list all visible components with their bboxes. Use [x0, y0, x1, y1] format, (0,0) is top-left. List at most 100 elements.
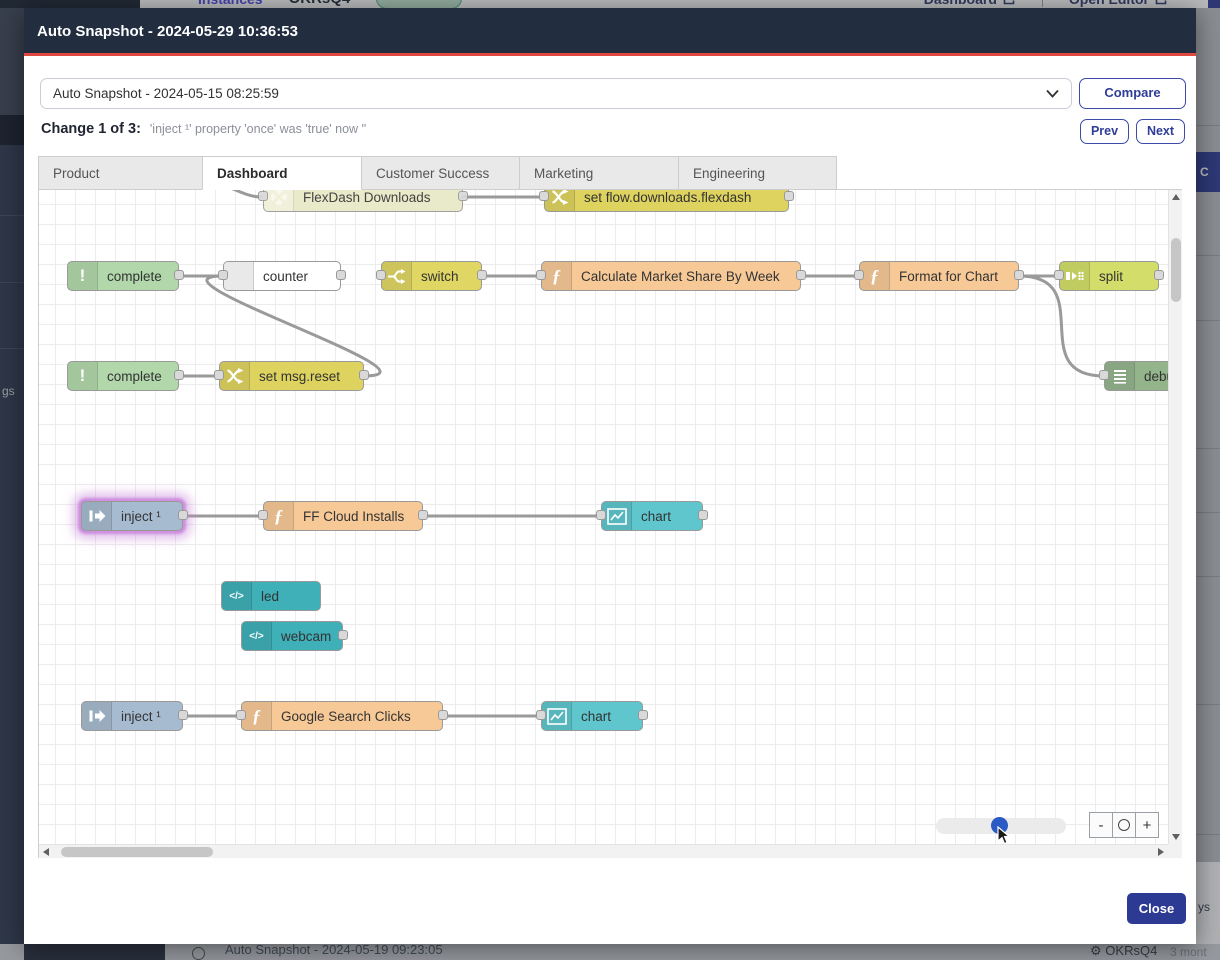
flow-node-format-for-chart[interactable]: ƒFormat for Chart — [859, 261, 1019, 291]
flow-node-counter[interactable]: counter — [223, 261, 341, 291]
flow-wire[interactable] — [1019, 276, 1104, 376]
sidebar-header — [0, 0, 140, 8]
snapshot-list-row: Auto Snapshot - 2024-05-19 09:23:05 ⚙ OK… — [0, 944, 1220, 960]
flow-node-ff-cloud-installs[interactable]: ƒFF Cloud Installs — [263, 501, 423, 531]
output-port[interactable] — [784, 191, 794, 201]
flow-node-set-flexdash[interactable]: set flow.downloads.flexdash — [544, 190, 789, 212]
function-icon: ƒ — [242, 702, 272, 730]
app-sidebar: gs — [0, 0, 24, 960]
tab-dashboard[interactable]: Dashboard — [202, 156, 362, 190]
tab-product[interactable]: Product — [38, 156, 203, 190]
output-port[interactable] — [418, 510, 428, 520]
flow-node-set-msg-reset[interactable]: set msg.reset — [219, 361, 364, 391]
function-icon: ƒ — [264, 502, 294, 530]
list-icon — [1105, 362, 1135, 390]
output-port[interactable] — [178, 510, 188, 520]
flow-node-chart-2[interactable]: chart — [541, 701, 643, 731]
close-button[interactable]: Close — [1127, 893, 1186, 924]
scroll-down-arrow[interactable] — [1172, 834, 1180, 840]
sidebar-item-label-fragment: gs — [2, 384, 15, 398]
scroll-up-arrow[interactable] — [1172, 194, 1180, 200]
tab-marketing[interactable]: Marketing — [519, 156, 679, 190]
compare-button[interactable]: Compare — [1079, 78, 1186, 109]
flow-node-switch[interactable]: switch — [381, 261, 482, 291]
output-port[interactable] — [1014, 270, 1024, 280]
breadcrumb-instances[interactable]: Instances — [198, 0, 263, 7]
input-port[interactable] — [536, 710, 546, 720]
open-editor-button[interactable]: Open Editor — [1069, 0, 1168, 7]
output-port[interactable] — [174, 370, 184, 380]
flow-node-calc-market-share[interactable]: ƒCalculate Market Share By Week — [541, 261, 801, 291]
input-port[interactable] — [258, 510, 268, 520]
horizontal-scrollbar[interactable] — [39, 844, 1168, 858]
input-port[interactable] — [596, 510, 606, 520]
flow-node-inject-1[interactable]: inject ¹ — [81, 501, 183, 531]
output-port[interactable] — [638, 710, 648, 720]
flow-node-webcam[interactable]: </>webcam — [241, 621, 343, 651]
flow-node-complete-1[interactable]: !complete — [67, 261, 179, 291]
prev-change-button[interactable]: Prev — [1080, 119, 1129, 144]
input-port[interactable] — [854, 270, 864, 280]
input-port[interactable] — [236, 710, 246, 720]
topbar-accent-block — [1208, 0, 1220, 8]
clock-icon — [192, 947, 205, 960]
output-port[interactable] — [336, 270, 346, 280]
input-port[interactable] — [1099, 370, 1109, 380]
tab-engineering[interactable]: Engineering — [678, 156, 837, 190]
input-port[interactable] — [536, 270, 546, 280]
zoom-in-button[interactable]: + — [1135, 812, 1159, 838]
output-port[interactable] — [477, 270, 487, 280]
scroll-right-arrow[interactable] — [1158, 848, 1164, 856]
horizontal-scroll-thumb[interactable] — [61, 847, 213, 857]
input-port[interactable] — [376, 270, 386, 280]
flow-node-complete-2[interactable]: !complete — [67, 361, 179, 391]
output-port[interactable] — [458, 191, 468, 201]
input-port[interactable] — [218, 270, 228, 280]
flow-node-led[interactable]: </>led — [221, 581, 321, 611]
next-change-button[interactable]: Next — [1136, 119, 1185, 144]
snapshot-select[interactable]: Auto Snapshot - 2024-05-15 08:25:59 — [40, 78, 1072, 109]
flow-node-google-search-clicks[interactable]: ƒGoogle Search Clicks — [241, 701, 443, 731]
external-link-icon — [1155, 0, 1168, 5]
flow-canvas[interactable]: - + FlexDash Downloads set flow.downloads… — [39, 190, 1168, 844]
compare-button-fragment[interactable]: C — [1196, 152, 1220, 192]
output-port[interactable] — [698, 510, 708, 520]
flow-node-chart-1[interactable]: chart — [601, 501, 703, 531]
input-port[interactable] — [1054, 270, 1064, 280]
zoom-out-button[interactable]: - — [1089, 812, 1113, 838]
input-port[interactable] — [258, 191, 268, 201]
snapshot-compare-dialog: Auto Snapshot - 2024-05-29 10:36:53 Auto… — [24, 8, 1196, 944]
vertical-scrollbar[interactable] — [1168, 190, 1182, 844]
external-link-icon — [1003, 0, 1016, 5]
node-label: Calculate Market Share By Week — [542, 269, 788, 284]
blank-icon — [224, 262, 254, 290]
scroll-left-arrow[interactable] — [43, 848, 49, 856]
flow-node-inject-2[interactable]: inject ¹ — [81, 701, 183, 731]
output-port[interactable] — [338, 630, 348, 640]
input-port[interactable] — [214, 370, 224, 380]
chart-icon — [542, 702, 572, 730]
zoom-buttons: - + — [1089, 812, 1159, 838]
switch-icon — [382, 262, 412, 290]
flow-node-split[interactable]: split — [1059, 261, 1159, 291]
tab-customer-success[interactable]: Customer Success — [361, 156, 520, 190]
output-port[interactable] — [1154, 270, 1164, 280]
instance-topbar: Instances OKRsQ4 Dashboard Open Editor — [140, 0, 1220, 8]
output-port[interactable] — [359, 370, 369, 380]
output-port[interactable] — [178, 710, 188, 720]
scrollbar-corner — [1168, 844, 1182, 858]
chevron-down-icon — [1046, 86, 1059, 101]
output-port[interactable] — [438, 710, 448, 720]
flow-wire[interactable] — [195, 190, 261, 197]
exclamation-icon: ! — [68, 262, 98, 290]
dashboard-button[interactable]: Dashboard — [924, 0, 1016, 7]
instance-name: OKRsQ4 — [289, 0, 351, 7]
input-port[interactable] — [539, 191, 549, 201]
flow-node-debug[interactable]: debug — [1104, 361, 1168, 391]
flow-node-flexdash[interactable]: FlexDash Downloads — [263, 190, 463, 212]
output-port[interactable] — [796, 270, 806, 280]
output-port[interactable] — [174, 270, 184, 280]
zoom-reset-button[interactable] — [1112, 812, 1136, 838]
change-description: 'inject ¹' property 'once' was 'true' no… — [150, 122, 366, 136]
vertical-scroll-thumb[interactable] — [1171, 238, 1181, 302]
